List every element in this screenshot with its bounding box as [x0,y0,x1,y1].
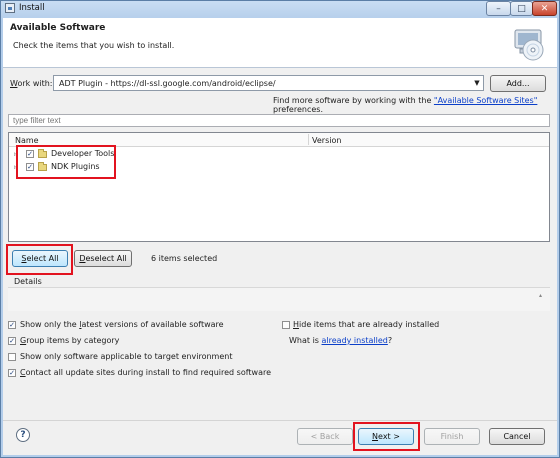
column-separator [308,134,309,145]
what-is-installed-text: What is already installed? [289,336,393,345]
filter-input[interactable] [8,114,550,127]
column-version[interactable]: Version [312,136,341,145]
window-title: Install [19,3,45,13]
work-with-value: ADT Plugin - https://dl-ssl.google.com/a… [59,79,276,88]
column-name[interactable]: Name [15,136,39,145]
option-latest-versions[interactable]: Show only the latest versions of availab… [20,320,224,329]
cancel-button[interactable]: Cancel [489,428,545,445]
back-button[interactable]: < Back [297,428,353,445]
option-hide-installed[interactable]: Hide items that are already installed [293,320,439,329]
add-site-button[interactable]: Add... [490,75,546,92]
app-icon [5,3,15,13]
available-software-sites-link[interactable]: "Available Software Sites" [434,96,537,105]
details-label: Details [14,277,42,286]
page-title: Available Software [10,23,106,33]
work-with-label: Work with: [10,79,53,88]
checkbox-contact-update-sites[interactable]: ✓ [8,369,16,377]
details-area [8,287,550,311]
page-subtitle: Check the items that you wish to install… [13,41,175,50]
install-cd-icon [514,29,544,61]
combo-arrow-icon[interactable]: ▼ [471,77,483,89]
checkbox-latest-versions[interactable]: ✓ [8,321,16,329]
highlight-box-select-all [6,244,73,275]
checkbox-hide-installed[interactable] [282,321,290,329]
close-button[interactable]: ✕ [532,1,557,16]
finish-button[interactable]: Finish [424,428,480,445]
details-scroll-icon[interactable]: ▴ [539,292,542,299]
find-more-text: Find more software by working with the "… [273,96,538,114]
highlight-box-tree-items [16,145,116,179]
option-contact-update-sites[interactable]: Contact all update sites during install … [20,368,271,377]
highlight-box-next [353,422,420,451]
option-group-by-category[interactable]: Group items by category [20,336,119,345]
help-icon[interactable]: ? [16,428,30,442]
checkbox-target-environment[interactable] [8,353,16,361]
option-target-environment[interactable]: Show only software applicable to target … [20,352,232,361]
selected-count: 6 items selected [151,254,218,263]
minimize-button[interactable]: – [486,1,511,16]
deselect-all-button[interactable]: Deselect All [74,250,132,267]
checkbox-group-by-category[interactable]: ✓ [8,337,16,345]
wizard-header: Available Software Check the items that … [3,18,557,68]
already-installed-link[interactable]: already installed [322,336,388,345]
maximize-button[interactable]: □ [510,1,533,16]
